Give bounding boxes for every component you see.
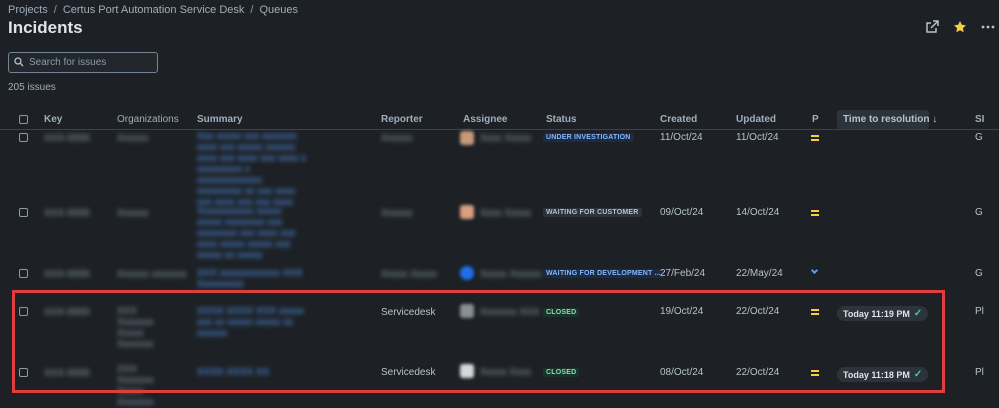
summary-redacted[interactable]: XXX xxxxxxxxxxxx XXX Xxxxxxxxx bbox=[197, 268, 317, 290]
status-badge[interactable]: WAITING FOR CUSTOMER bbox=[543, 208, 642, 217]
issue-key-redacted[interactable]: XXX-0000 bbox=[44, 208, 90, 219]
status-badge[interactable]: WAITING FOR DEVELOPMENT ... bbox=[543, 269, 665, 278]
highlight-annotation bbox=[12, 290, 945, 393]
select-all-checkbox[interactable] bbox=[19, 115, 28, 124]
reporter-redacted: Xxxxxx bbox=[381, 133, 413, 144]
breadcrumb-separator: / bbox=[250, 4, 254, 16]
breadcrumb-queues[interactable]: Queues bbox=[259, 4, 298, 16]
search-box[interactable] bbox=[8, 52, 158, 73]
search-input[interactable] bbox=[29, 57, 149, 68]
breadcrumb-project[interactable]: Certus Port Automation Service Desk bbox=[63, 4, 245, 16]
row-checkbox[interactable] bbox=[19, 269, 28, 278]
column-sla[interactable]: SI bbox=[975, 114, 984, 125]
column-updated[interactable]: Updated bbox=[736, 114, 776, 125]
more-icon[interactable] bbox=[981, 20, 995, 34]
issue-key-redacted[interactable]: XXX-0000 bbox=[44, 133, 90, 144]
search-icon bbox=[14, 56, 24, 70]
updated-date: 22/May/24 bbox=[736, 268, 783, 279]
updated-date: 11/Oct/24 bbox=[736, 132, 779, 143]
share-icon[interactable] bbox=[925, 20, 939, 34]
summary-redacted[interactable]: Xxxxxxxxxxx xxxxx xxxxx xxxxxxxx xxx xxx… bbox=[197, 206, 307, 261]
reporter-redacted: Xxxxxx bbox=[381, 208, 413, 219]
column-key[interactable]: Key bbox=[44, 114, 62, 125]
sla-value: G bbox=[975, 268, 983, 279]
header-actions bbox=[925, 20, 995, 34]
page-title: Incidents bbox=[8, 18, 83, 37]
column-reporter[interactable]: Reporter bbox=[381, 114, 423, 125]
column-time-to-resolution[interactable]: Time to resolution ↓ bbox=[837, 110, 937, 129]
breadcrumb: Projects / Certus Port Automation Service … bbox=[8, 4, 298, 16]
avatar bbox=[460, 205, 474, 219]
table-row[interactable]: XXX-0000 Xxxxxx Xxxxxxxxxxx xxxxx xxxxx … bbox=[0, 200, 999, 261]
column-status[interactable]: Status bbox=[546, 114, 577, 125]
row-checkbox[interactable] bbox=[19, 208, 28, 217]
table-row[interactable]: XXX-0000 Xxxxxx Xxx xxxxx xxx xxxxxxx xx… bbox=[0, 130, 999, 208]
sla-value: Pl bbox=[975, 367, 984, 378]
created-date: 11/Oct/24 bbox=[660, 132, 703, 143]
sla-value: G bbox=[975, 207, 983, 218]
table-row[interactable]: XXX-0000 Xxxxxx xxxxxxx XXX xxxxxxxxxxxx… bbox=[0, 260, 999, 292]
issue-count: 205 issues bbox=[8, 82, 56, 93]
status-badge[interactable]: UNDER INVESTIGATION bbox=[543, 133, 634, 142]
priority-medium-icon bbox=[811, 210, 819, 216]
breadcrumb-projects[interactable]: Projects bbox=[8, 4, 48, 16]
issue-key-redacted[interactable]: XXX-0000 bbox=[44, 269, 90, 280]
created-date: 09/Oct/24 bbox=[660, 207, 704, 218]
column-priority[interactable]: P bbox=[812, 114, 819, 125]
sla-value: G bbox=[975, 132, 983, 143]
row-checkbox[interactable] bbox=[19, 133, 28, 142]
column-organizations[interactable]: Organizations bbox=[117, 114, 179, 125]
assignee-redacted[interactable]: Xxxx Xxxxx bbox=[480, 133, 531, 144]
column-assignee[interactable]: Assignee bbox=[463, 114, 507, 125]
created-date: 27/Feb/24 bbox=[660, 268, 706, 279]
reporter-redacted: Xxxxx Xxxxx bbox=[381, 269, 438, 280]
organization-redacted: Xxxxxx xxxxxxx bbox=[117, 269, 187, 280]
sla-value: Pl bbox=[975, 306, 984, 317]
star-icon[interactable] bbox=[953, 20, 967, 34]
avatar bbox=[460, 131, 474, 145]
priority-low-icon bbox=[810, 266, 819, 275]
updated-date: 14/Oct/24 bbox=[736, 207, 780, 218]
column-summary[interactable]: Summary bbox=[197, 114, 243, 125]
organization-redacted: Xxxxxx bbox=[117, 208, 149, 219]
priority-medium-icon bbox=[811, 135, 819, 141]
summary-redacted[interactable]: Xxx xxxxx xxx xxxxxxx xxxx xxx xxxxx xxx… bbox=[197, 131, 307, 208]
column-created[interactable]: Created bbox=[660, 114, 697, 125]
avatar bbox=[460, 266, 474, 280]
assignee-redacted[interactable]: Xxxx Xxxxx bbox=[480, 208, 531, 219]
breadcrumb-separator: / bbox=[53, 4, 57, 16]
table-header: Key Organizations Summary Reporter Assig… bbox=[0, 110, 999, 130]
organization-redacted: Xxxxxx bbox=[117, 133, 149, 144]
assignee-redacted[interactable]: Xxxxx Xxxxxx bbox=[480, 269, 541, 280]
